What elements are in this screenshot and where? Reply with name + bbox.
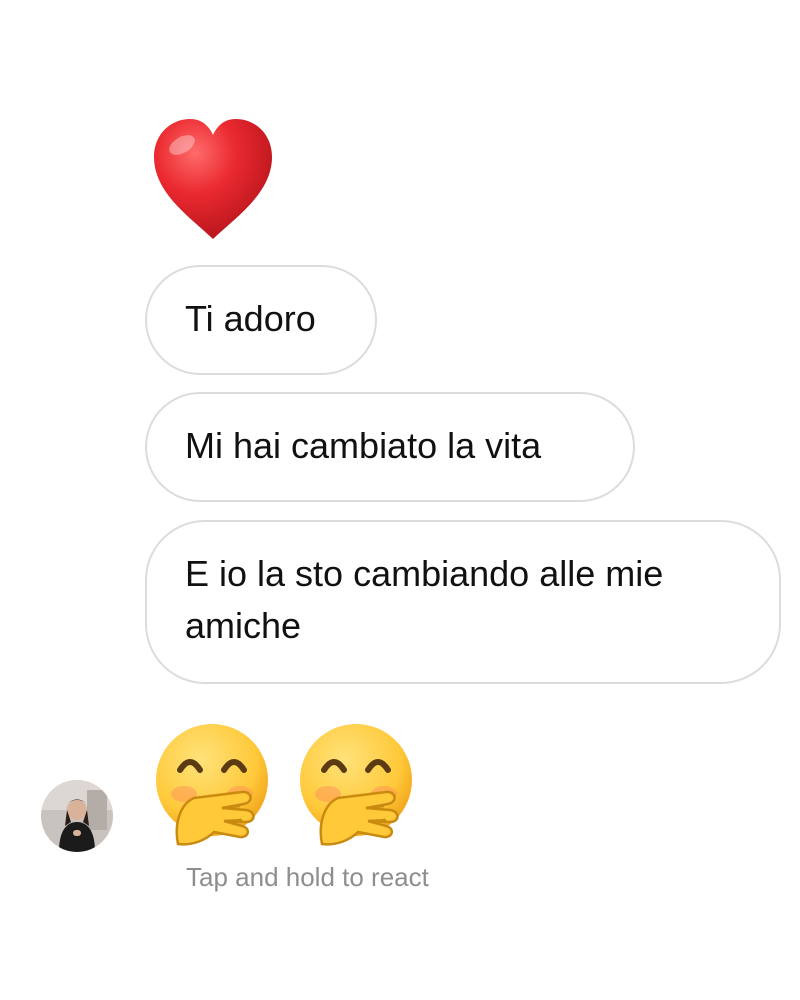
message-text: E io la sto cambiando alle mie amiche [185, 553, 664, 646]
message-bubble[interactable]: E io la sto cambiando alle mie amiche [145, 520, 781, 684]
message-text: Mi hai cambiato la vita [185, 425, 542, 466]
message-bubble[interactable]: Ti adoro [145, 265, 377, 375]
message-text: Ti adoro [185, 298, 316, 339]
red-heart-icon[interactable] [150, 115, 276, 245]
face-with-hand-over-mouth-icon[interactable] [294, 720, 420, 846]
avatar[interactable] [41, 780, 113, 852]
face-with-hand-over-mouth-icon[interactable] [150, 720, 276, 846]
message-bubble[interactable]: Mi hai cambiato la vita [145, 392, 635, 502]
react-hint: Tap and hold to react [186, 862, 429, 892]
